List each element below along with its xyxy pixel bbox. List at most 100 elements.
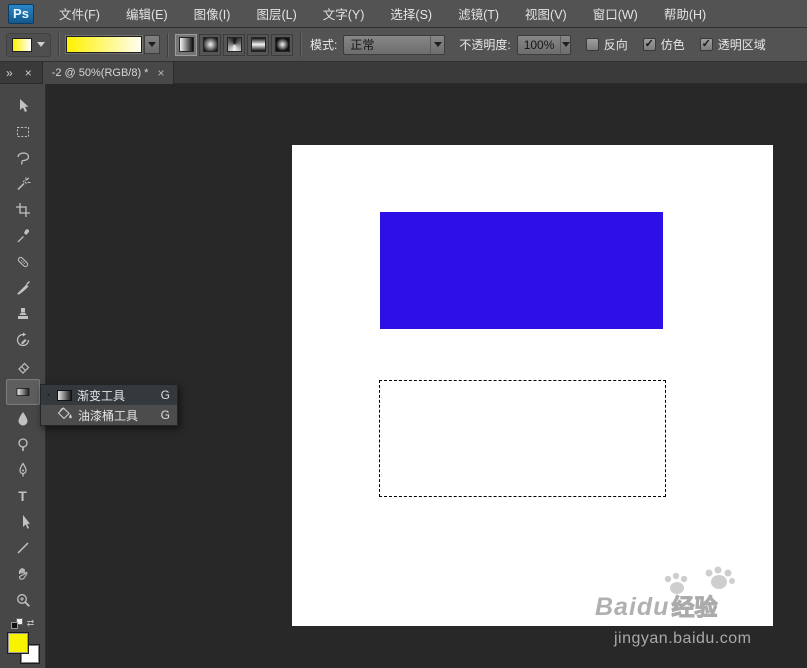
default-colors-icon[interactable] bbox=[10, 617, 23, 629]
menu-view[interactable]: 视图(V) bbox=[512, 0, 580, 27]
menu-type[interactable]: 文字(Y) bbox=[310, 0, 378, 27]
collapse-panel-icon[interactable]: » bbox=[0, 66, 19, 80]
watermark-brand: Baidu bbox=[595, 593, 670, 621]
spot-healing-brush-tool-button[interactable] bbox=[6, 249, 40, 275]
quick-selection-tool-button[interactable] bbox=[6, 171, 40, 197]
gradient-sample-button[interactable] bbox=[65, 35, 143, 54]
chevron-down-icon bbox=[37, 42, 45, 47]
gradient-icon bbox=[57, 389, 72, 401]
flyout-item-label: 油漆桶工具 bbox=[78, 408, 139, 423]
flyout-item-shortcut: G bbox=[160, 388, 170, 402]
reverse-label: 反向 bbox=[603, 38, 628, 52]
check-icon: ✓ bbox=[701, 38, 711, 50]
flyout-item-label: 渐变工具 bbox=[77, 388, 126, 403]
path-selection-tool-button[interactable] bbox=[6, 509, 40, 535]
menu-image[interactable]: 图像(I) bbox=[181, 0, 244, 27]
crop-tool-button[interactable] bbox=[6, 197, 40, 223]
flyout-item-paint-bucket-tool[interactable]: 油漆桶工具 G bbox=[41, 405, 177, 425]
gradient-type-buttons bbox=[175, 33, 293, 56]
menu-filter[interactable]: 滤镜(T) bbox=[445, 0, 512, 27]
linear-gradient-icon bbox=[178, 37, 194, 52]
history-brush-tool-button[interactable] bbox=[6, 327, 40, 353]
active-tool-bullet-icon: ▪ bbox=[47, 391, 50, 399]
line-tool-button[interactable] bbox=[6, 535, 40, 561]
opacity-value: 100% bbox=[523, 37, 555, 52]
gradient-icon bbox=[15, 384, 31, 400]
hand-icon bbox=[15, 566, 31, 582]
transparency-label: 透明区域 bbox=[717, 38, 766, 52]
eyedropper-tool-button[interactable] bbox=[6, 223, 40, 249]
angle-gradient-button[interactable] bbox=[223, 33, 245, 56]
separator bbox=[167, 32, 168, 57]
color-swatches bbox=[5, 632, 41, 664]
canvas-area[interactable]: Baidu经验 jingyan.baidu.com bbox=[46, 84, 807, 668]
document-tab[interactable]: -2 @ 50%(RGB/8) * × bbox=[41, 61, 175, 84]
mode-label: 模式: bbox=[310, 38, 338, 52]
dither-checkbox[interactable]: ✓ bbox=[642, 38, 656, 51]
transparency-checkbox-group: ✓ 透明区域 bbox=[699, 36, 766, 53]
color-mini-controls: ⇄ bbox=[10, 617, 35, 629]
healing-brush-icon bbox=[15, 254, 31, 270]
clone-stamp-tool-button[interactable] bbox=[6, 301, 40, 327]
line-icon bbox=[15, 540, 31, 556]
reflected-gradient-icon bbox=[250, 37, 266, 52]
blur-tool-button[interactable] bbox=[6, 405, 40, 431]
radial-gradient-button[interactable] bbox=[199, 33, 221, 56]
diamond-gradient-button[interactable] bbox=[271, 33, 293, 56]
menu-help[interactable]: 帮助(H) bbox=[651, 0, 719, 27]
diamond-gradient-icon bbox=[274, 37, 290, 52]
menu-layer[interactable]: 图层(L) bbox=[243, 0, 309, 27]
hand-tool-button[interactable] bbox=[6, 561, 40, 587]
separator bbox=[58, 32, 59, 57]
watermark-suffix: 经验 bbox=[671, 594, 718, 621]
baidu-watermark: Baidu经验 bbox=[595, 566, 765, 626]
paw-print-icon bbox=[664, 566, 735, 594]
foreground-color-swatch[interactable] bbox=[6, 632, 29, 654]
brush-tool-button[interactable] bbox=[6, 275, 40, 301]
gradient-tool-button[interactable] bbox=[5, 379, 40, 405]
transparency-checkbox[interactable]: ✓ bbox=[699, 38, 713, 51]
opacity-dropdown[interactable]: 100% bbox=[516, 34, 571, 55]
dither-checkbox-group: ✓ 仿色 bbox=[642, 36, 685, 53]
rectangular-marquee-tool-button[interactable] bbox=[6, 119, 40, 145]
history-brush-icon bbox=[15, 332, 31, 348]
mode-value: 正常 bbox=[350, 38, 375, 52]
tools-panel: T ⇄ bbox=[0, 84, 46, 668]
clone-stamp-icon bbox=[15, 306, 31, 322]
menu-edit[interactable]: 编辑(E) bbox=[113, 0, 181, 27]
eraser-tool-button[interactable] bbox=[6, 353, 40, 379]
dodge-tool-button[interactable] bbox=[6, 431, 40, 457]
menu-bar: Ps 文件(F) 编辑(E) 图像(I) 图层(L) 文字(Y) 选择(S) 滤… bbox=[0, 0, 807, 28]
tab-close-icon[interactable]: × bbox=[157, 66, 164, 80]
brush-icon bbox=[15, 280, 31, 296]
document-canvas[interactable]: Baidu经验 bbox=[292, 145, 773, 626]
pen-tool-button[interactable] bbox=[6, 457, 40, 483]
zoom-tool-button[interactable] bbox=[6, 587, 40, 613]
tool-preset-picker[interactable] bbox=[6, 32, 51, 57]
linear-gradient-button[interactable] bbox=[175, 33, 197, 56]
blue-filled-rectangle bbox=[380, 212, 663, 329]
menu-file[interactable]: 文件(F) bbox=[46, 0, 113, 27]
close-panel-icon[interactable]: × bbox=[19, 66, 38, 80]
eyedropper-icon bbox=[15, 228, 31, 244]
document-tab-bar: » × -2 @ 50%(RGB/8) * × bbox=[0, 61, 807, 84]
flyout-item-gradient-tool[interactable]: ▪ 渐变工具 G bbox=[41, 385, 177, 405]
gradient-picker-arrow-button[interactable] bbox=[144, 35, 160, 54]
menu-select[interactable]: 选择(S) bbox=[377, 0, 445, 27]
flyout-item-shortcut: G bbox=[160, 408, 170, 422]
type-tool-icon: T bbox=[18, 488, 27, 504]
move-tool-button[interactable] bbox=[6, 93, 40, 119]
gradient-preset-icon bbox=[12, 37, 32, 52]
dither-label: 仿色 bbox=[660, 38, 685, 52]
chevron-down-icon bbox=[560, 35, 570, 54]
type-tool-button[interactable]: T bbox=[6, 483, 40, 509]
reflected-gradient-button[interactable] bbox=[247, 33, 269, 56]
chevron-down-icon bbox=[430, 35, 444, 54]
mode-dropdown[interactable]: 正常 bbox=[343, 34, 446, 55]
swap-colors-icon[interactable]: ⇄ bbox=[27, 618, 35, 628]
reverse-checkbox[interactable] bbox=[585, 38, 599, 51]
menu-window[interactable]: 窗口(W) bbox=[580, 0, 651, 27]
dodge-icon bbox=[15, 436, 31, 452]
lasso-tool-button[interactable] bbox=[6, 145, 40, 171]
reverse-checkbox-group: 反向 bbox=[585, 36, 628, 53]
